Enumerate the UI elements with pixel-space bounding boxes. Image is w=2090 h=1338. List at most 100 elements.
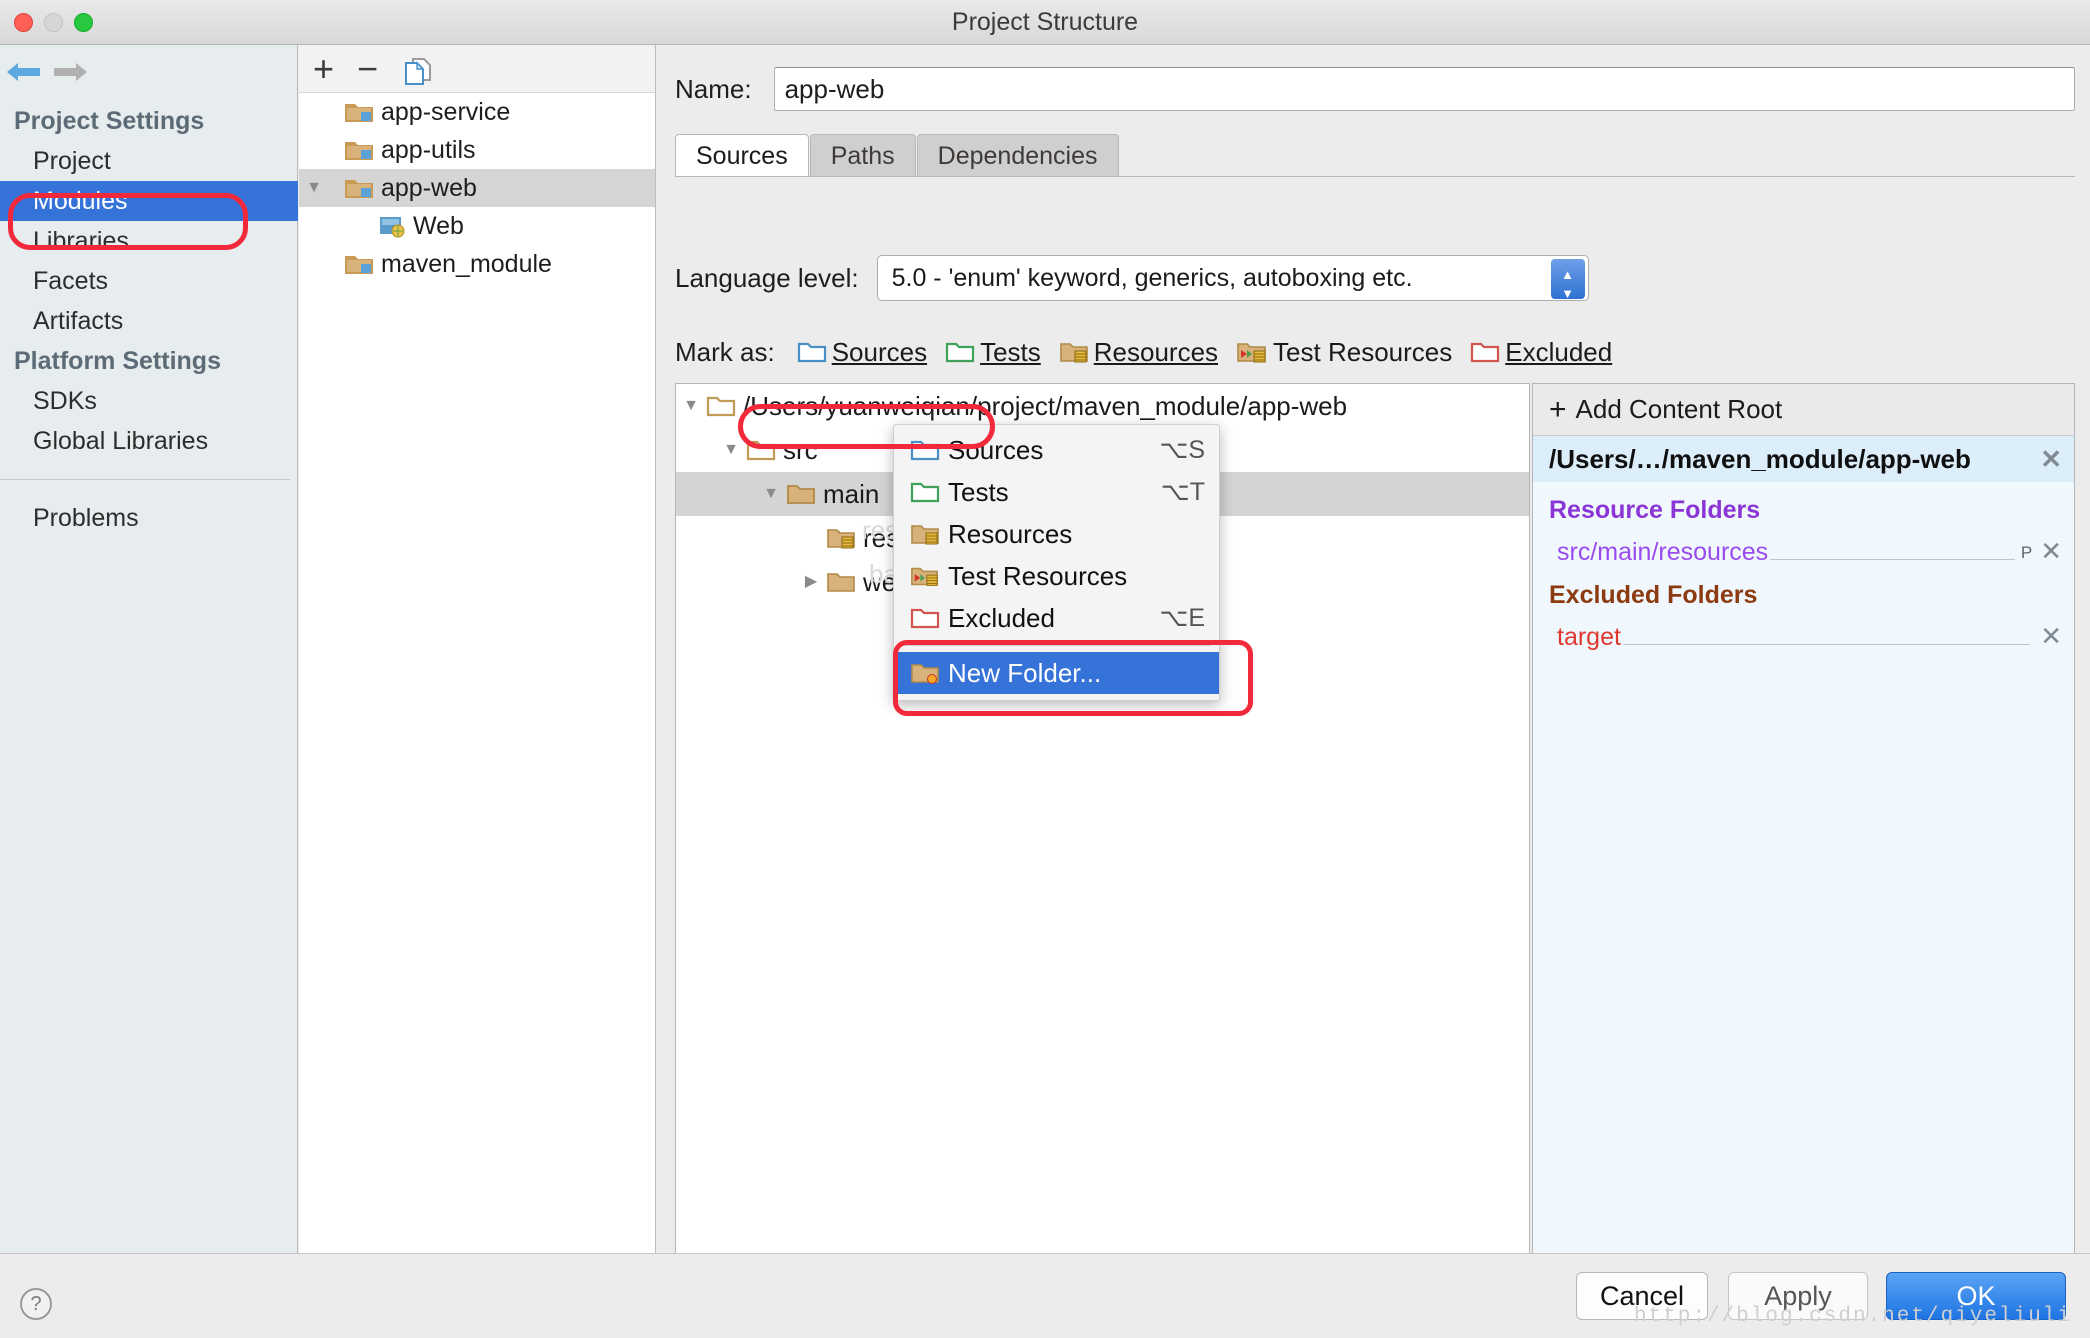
context-menu-item-sources[interactable]: Sources ⌥S [894, 429, 1219, 471]
folder-icon [787, 484, 815, 504]
mark-as-excluded-button[interactable]: Excluded [1470, 337, 1612, 368]
watermark: http://blog.csdn.net/qiyeliuli [1633, 1305, 2072, 1328]
sidebar-item-project[interactable]: Project [0, 141, 298, 181]
collapse-twisty[interactable]: ▼ [716, 428, 746, 472]
folder-icon [827, 572, 855, 592]
mark-as-test-resources-button[interactable]: Test Resources [1236, 337, 1452, 368]
sidebar-groups: Project Settings Project Modules Librari… [0, 101, 298, 538]
context-menu-accel: ⌥S [1159, 436, 1205, 464]
excluded-folder-path: target [1557, 623, 1621, 651]
name-label: Name: [675, 73, 752, 104]
resource-folders-title: Resource Folders [1549, 496, 1761, 524]
resource-folder-path: src/main/resources [1557, 538, 1769, 566]
red-folder-icon [1471, 342, 1500, 362]
close-icon[interactable]: ✕ [2040, 536, 2062, 567]
expand-twisty[interactable]: ▶ [796, 560, 826, 604]
help-button[interactable]: ? [20, 1288, 52, 1320]
forward-arrow-icon[interactable] [48, 57, 90, 87]
collapse-twisty[interactable]: ▼ [299, 169, 329, 207]
context-menu-item-test-resources[interactable]: Test Resources [894, 555, 1219, 597]
module-row-web-facet[interactable]: Web [299, 207, 655, 245]
mark-as-row: Mark as: Sources Tests Resources Test Re… [675, 330, 1630, 374]
new-folder-icon [911, 663, 939, 684]
add-module-button[interactable]: + [313, 51, 334, 87]
copy-icon[interactable] [402, 57, 436, 87]
mark-as-resources-button[interactable]: Resources [1059, 337, 1218, 368]
mark-as-resources-label: Resources [1093, 336, 1219, 367]
mark-as-label: Mark as: [675, 336, 775, 367]
package-prefix-badge[interactable]: P [2021, 543, 2032, 563]
excluded-folder-entry[interactable]: target ✕ [1533, 612, 2074, 652]
web-facet-icon [380, 217, 405, 238]
add-content-root-label: Add Content Root [1575, 394, 1783, 424]
context-menu-label: Test Resources [948, 560, 1128, 591]
context-menu-label: New Folder... [948, 657, 1102, 688]
sidebar-item-modules[interactable]: Modules [0, 181, 298, 221]
close-icon[interactable]: ✕ [2040, 444, 2062, 475]
sidebar-item-global-libraries[interactable]: Global Libraries [0, 421, 298, 461]
entry-rule [1622, 644, 2031, 645]
context-menu-label: Resources [948, 518, 1073, 549]
close-icon[interactable]: ✕ [2040, 621, 2062, 652]
sidebar-item-artifacts[interactable]: Artifacts [0, 301, 298, 341]
context-menu-separator [902, 645, 1211, 646]
project-structure-dialog: Project Structure Project Settings Proje… [0, 0, 2090, 1338]
collapse-twisty[interactable]: ▼ [756, 472, 786, 516]
tab-dependencies[interactable]: Dependencies [916, 134, 1119, 176]
entry-rule [1770, 559, 2015, 560]
tab-sources[interactable]: Sources [675, 134, 809, 176]
tree-row-label: /Users/yuanweiqian/project/maven_module/… [743, 391, 1348, 421]
module-row-maven-module[interactable]: maven_module [299, 245, 655, 283]
module-row-app-web[interactable]: ▼ app-web [299, 169, 655, 207]
tab-paths[interactable]: Paths [809, 134, 916, 176]
back-arrow-icon[interactable] [4, 57, 46, 87]
sidebar-item-facets[interactable]: Facets [0, 261, 298, 301]
resource-folder-entry[interactable]: src/main/resources P ✕ [1533, 527, 2074, 567]
title-bar: Project Structure [0, 0, 2090, 45]
content-root-entry[interactable]: /Users/…/maven_module/app-web ✕ [1533, 436, 2074, 482]
collapse-twisty[interactable]: ▼ [676, 384, 706, 428]
context-menu-item-tests[interactable]: Tests ⌥T [894, 471, 1219, 513]
sidebar-item-problems[interactable]: Problems [0, 498, 298, 538]
sidebar-divider [0, 479, 290, 480]
chevron-updown-icon[interactable]: ▲ ▼ [1550, 259, 1585, 300]
content-root-path: /Users/…/maven_module/app-web [1549, 443, 1971, 474]
module-label: app-service [381, 98, 511, 126]
module-folder-icon [345, 180, 373, 198]
language-level-label: Language level: [675, 262, 859, 293]
red-folder-icon [910, 608, 940, 628]
sidebar-item-sdks[interactable]: SDKs [0, 381, 298, 421]
blue-folder-icon [910, 440, 940, 460]
mark-as-excluded-label: Excluded [1505, 336, 1613, 367]
mark-as-test-resources-label: Test Resources [1273, 336, 1453, 367]
tree-row-content-root[interactable]: ▼ /Users/yuanweiqian/project/maven_modul… [676, 384, 1529, 428]
module-label: Web [413, 212, 464, 240]
module-row-app-utils[interactable]: app-utils [299, 131, 655, 169]
remove-module-button[interactable]: − [357, 51, 378, 87]
green-folder-icon [945, 342, 975, 362]
plus-icon: + [1549, 392, 1567, 426]
resources-folder-icon [827, 528, 855, 548]
mark-as-sources-button[interactable]: Sources [797, 337, 927, 368]
excluded-folders-title: Excluded Folders [1549, 581, 1758, 609]
module-row-app-service[interactable]: app-service [299, 93, 655, 131]
tree-row-label: main [823, 479, 880, 509]
mark-as-tests-button[interactable]: Tests [945, 337, 1041, 368]
context-menu-item-resources[interactable]: Resources [894, 513, 1219, 555]
context-menu-item-excluded[interactable]: Excluded ⌥E [894, 597, 1219, 639]
blue-folder-icon [797, 342, 826, 362]
tree-row-label: src [783, 435, 818, 465]
sidebar-nav-buttons [0, 45, 298, 93]
context-menu-item-new-folder[interactable]: New Folder... [894, 652, 1219, 694]
sidebar-item-libraries[interactable]: Libraries [0, 221, 298, 261]
modules-tree: app-service app-utils ▼ app-web Web mave… [299, 93, 655, 283]
module-name-input[interactable] [773, 67, 2075, 111]
module-folder-icon [345, 104, 373, 122]
context-menu-accel: ⌥T [1160, 478, 1205, 506]
add-content-root-button[interactable]: + Add Content Root [1533, 384, 2074, 436]
modules-list-panel: + − app-service app-utils ▼ app-web Web … [299, 45, 656, 1253]
language-level-select[interactable]: 5.0 - 'enum' keyword, generics, autoboxi… [876, 255, 1589, 301]
language-level-row: Language level: 5.0 - 'enum' keyword, ge… [675, 253, 1589, 303]
resources-folder-icon [911, 524, 939, 544]
test-resources-folder-icon [1237, 342, 1266, 362]
